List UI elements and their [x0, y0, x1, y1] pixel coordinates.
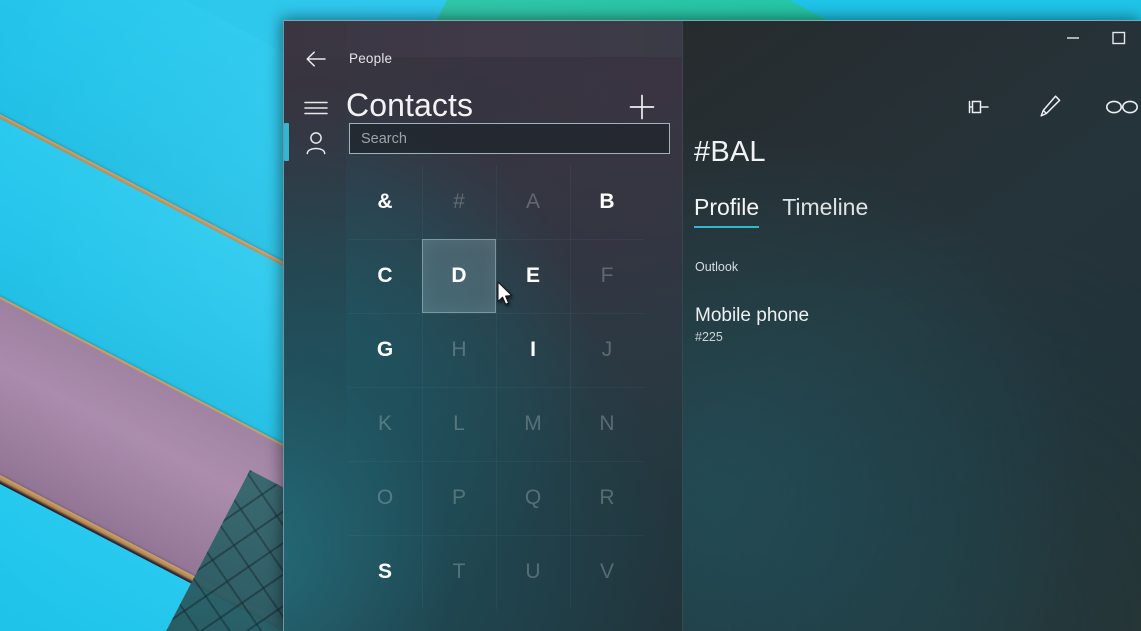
alpha-cell-i[interactable]: I: [496, 313, 570, 387]
command-bar: [683, 81, 1141, 137]
alpha-label: B: [599, 190, 615, 213]
alpha-label: A: [525, 190, 540, 213]
alpha-cell-h[interactable]: H: [422, 313, 496, 387]
hamburger-menu-icon: [304, 100, 328, 116]
alpha-label: D: [451, 264, 467, 287]
tab-timeline[interactable]: Timeline: [782, 194, 868, 228]
alpha-cell-k[interactable]: K: [348, 387, 422, 461]
maximize-icon: [1112, 31, 1126, 45]
minimize-icon: [1066, 32, 1080, 44]
alpha-label: I: [530, 338, 536, 361]
alpha-label: #: [453, 190, 465, 213]
alpha-label: O: [376, 486, 394, 509]
alpha-label: C: [377, 264, 393, 287]
people-app-window: People Contacts Search & # A B C D E F G…: [283, 20, 1141, 631]
edit-button[interactable]: [1027, 84, 1073, 130]
alpha-cell-l[interactable]: L: [422, 387, 496, 461]
alpha-label: V: [599, 560, 614, 583]
alpha-label: N: [599, 412, 615, 435]
alpha-label: M: [524, 412, 542, 435]
alpha-cell-j[interactable]: J: [570, 313, 644, 387]
alpha-label: J: [601, 338, 613, 361]
alpha-cell-amp[interactable]: &: [348, 165, 422, 239]
alphabet-row: G H I J: [348, 313, 644, 387]
alpha-label: G: [376, 338, 394, 361]
back-button[interactable]: [294, 39, 338, 79]
add-contact-button[interactable]: [624, 89, 660, 125]
alpha-cell-n[interactable]: N: [570, 387, 644, 461]
window-controls: [1050, 21, 1141, 55]
alpha-cell-p[interactable]: P: [422, 461, 496, 535]
alphabet-row: & # A B: [348, 165, 644, 239]
contact-name: #BAL: [694, 136, 766, 168]
alpha-label: P: [451, 486, 466, 509]
alpha-label: S: [377, 560, 392, 583]
pin-button[interactable]: [954, 84, 1000, 130]
alpha-cell-a[interactable]: A: [496, 165, 570, 239]
menu-button[interactable]: [294, 88, 338, 128]
alpha-cell-hash[interactable]: #: [422, 165, 496, 239]
alpha-cell-g[interactable]: G: [348, 313, 422, 387]
tab-profile[interactable]: Profile: [694, 194, 760, 228]
alpha-cell-d[interactable]: D: [422, 239, 496, 313]
alpha-label: E: [525, 264, 540, 287]
detail-field-title: Mobile phone: [695, 305, 810, 326]
alpha-label: L: [453, 412, 465, 435]
alpha-cell-e[interactable]: E: [496, 239, 570, 313]
alpha-cell-v[interactable]: V: [570, 535, 644, 609]
account-label: Outlook: [695, 260, 739, 274]
alpha-cell-r[interactable]: R: [570, 461, 644, 535]
alpha-cell-c[interactable]: C: [348, 239, 422, 313]
alpha-cell-b[interactable]: B: [570, 165, 644, 239]
alpha-label: U: [525, 560, 541, 583]
alpha-cell-t[interactable]: T: [422, 535, 496, 609]
alpha-label: H: [451, 338, 467, 361]
alpha-cell-f[interactable]: F: [570, 239, 644, 313]
alpha-cell-q[interactable]: Q: [496, 461, 570, 535]
page-title: Contacts: [346, 87, 474, 123]
link-icon: [1105, 98, 1139, 116]
alpha-cell-o[interactable]: O: [348, 461, 422, 535]
link-contacts-button[interactable]: [1099, 84, 1141, 130]
alphabet-row: K L M N: [348, 387, 644, 461]
alpha-label: F: [600, 264, 614, 287]
app-title: People: [349, 51, 393, 66]
alpha-label: &: [377, 190, 393, 213]
detail-tabs: Profile Timeline: [694, 194, 868, 228]
alpha-label: Q: [524, 486, 542, 509]
plus-icon: [629, 94, 655, 120]
detail-field-value[interactable]: #225: [695, 330, 723, 344]
alphabet-row: O P Q R: [348, 461, 644, 535]
person-icon: [305, 131, 327, 155]
alphabet-row: S T U V: [348, 535, 644, 609]
pencil-icon: [1037, 93, 1063, 121]
contacts-pane: People Contacts Search & # A B C D E F G…: [284, 21, 682, 631]
search-placeholder: Search: [361, 130, 407, 147]
minimize-button[interactable]: [1050, 21, 1096, 55]
alpha-label: R: [599, 486, 615, 509]
search-input[interactable]: Search: [349, 123, 670, 154]
alpha-cell-m[interactable]: M: [496, 387, 570, 461]
alphabet-row: C D E F: [348, 239, 644, 313]
alpha-label: K: [377, 412, 392, 435]
maximize-button[interactable]: [1096, 21, 1141, 55]
contact-detail-pane: #BAL Profile Timeline Outlook Mobile pho…: [682, 21, 1141, 631]
rail-selection-indicator: [284, 123, 289, 161]
alpha-cell-u[interactable]: U: [496, 535, 570, 609]
alpha-label: T: [452, 560, 466, 583]
sidebar-item-contacts[interactable]: [294, 123, 338, 163]
alpha-cell-s[interactable]: S: [348, 535, 422, 609]
back-arrow-icon: [305, 51, 327, 67]
alphabet-jump-grid: & # A B C D E F G H I J K L M N O P Q R …: [348, 165, 644, 609]
pin-icon: [963, 96, 991, 118]
